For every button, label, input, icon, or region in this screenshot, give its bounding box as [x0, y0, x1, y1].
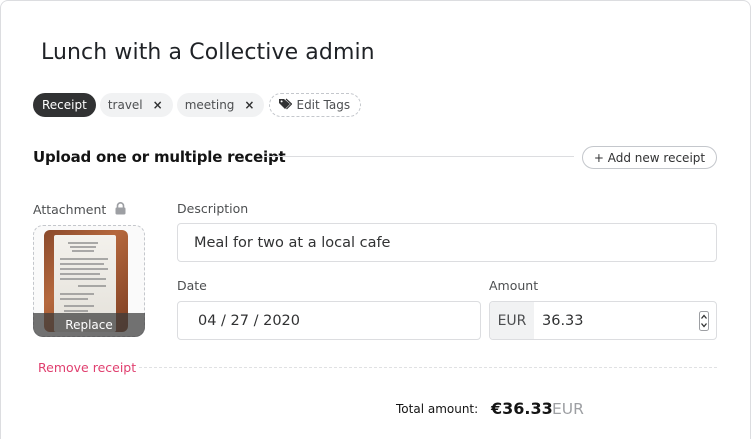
description-label: Description [177, 201, 249, 216]
close-icon[interactable]: × [244, 98, 254, 112]
currency-prefix: EUR [490, 302, 534, 339]
total-amount: €36.33 [491, 399, 553, 418]
amount-input[interactable]: EUR 36.33 [489, 301, 717, 340]
tag-list: Receipt travel × meeting × Edit Tags [33, 93, 362, 117]
item-divider [139, 367, 717, 368]
description-value: Meal for two at a local cafe [194, 234, 391, 251]
amount-value: 36.33 [542, 312, 584, 329]
close-icon[interactable]: × [153, 98, 163, 112]
total-label: Total amount: [396, 402, 479, 416]
edit-tags-label: Edit Tags [296, 98, 351, 112]
tag-label: meeting [184, 98, 235, 112]
tag-icon [278, 98, 293, 113]
total-currency: EUR [552, 400, 584, 418]
date-value: 04 / 27 / 2020 [198, 312, 301, 329]
add-new-receipt-button[interactable]: + Add new receipt [582, 146, 717, 169]
lock-icon [115, 202, 126, 218]
remove-receipt-link[interactable]: Remove receipt [38, 360, 136, 375]
section-title: Upload one or multiple receipt [33, 148, 286, 166]
tag-label: travel [107, 98, 143, 112]
tag-travel[interactable]: travel × [99, 93, 173, 117]
replace-attachment-button[interactable]: Replace [33, 313, 145, 337]
tag-meeting[interactable]: meeting × [176, 93, 265, 117]
date-input[interactable]: 04 / 27 / 2020 [177, 301, 481, 340]
tag-label: Receipt [42, 98, 87, 112]
description-input[interactable]: Meal for two at a local cafe [177, 223, 717, 262]
attachment-label: Attachment [33, 202, 107, 217]
edit-tags-button[interactable]: Edit Tags [269, 93, 362, 117]
section-divider [264, 156, 574, 157]
stepper-icon[interactable] [692, 302, 716, 339]
date-label: Date [177, 278, 207, 293]
expense-title: Lunch with a Collective admin [41, 40, 375, 65]
attachment-label-row: Attachment [33, 202, 126, 218]
amount-label: Amount [489, 278, 539, 293]
tag-receipt[interactable]: Receipt [33, 93, 96, 117]
